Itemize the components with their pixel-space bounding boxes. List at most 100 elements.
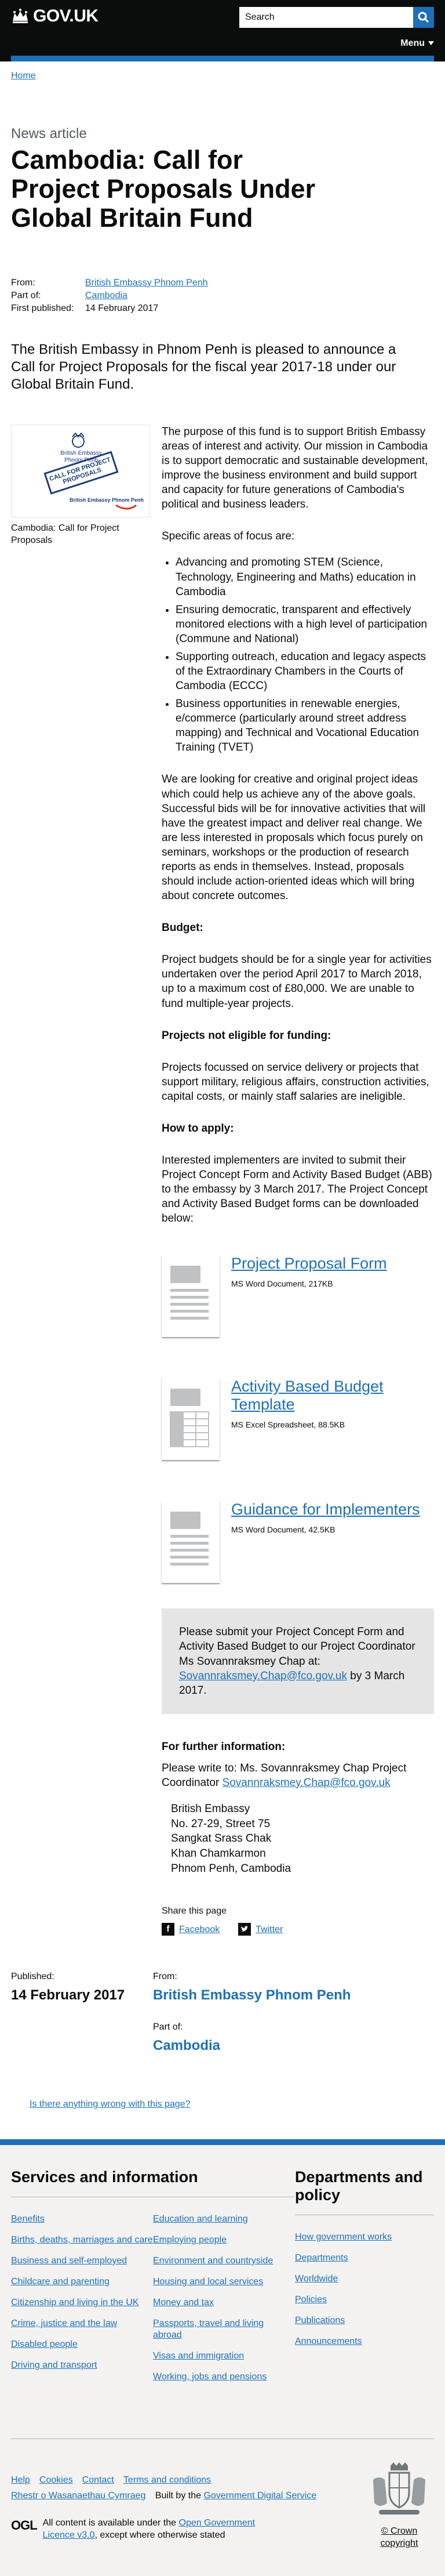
footer-link[interactable]: How government works bbox=[295, 2232, 392, 2242]
breadcrumb: Home bbox=[11, 61, 434, 82]
share-facebook[interactable]: f Facebook bbox=[162, 1923, 220, 1936]
from-label: From: bbox=[153, 1972, 177, 1982]
departments-list: How government works Departments Worldwi… bbox=[295, 2231, 434, 2347]
search-input[interactable] bbox=[239, 7, 413, 28]
logo-text: GOV.UK bbox=[33, 6, 99, 26]
footer-link[interactable]: Working, jobs and pensions bbox=[153, 2372, 267, 2382]
footer-link[interactable]: Departments bbox=[295, 2253, 348, 2263]
image-caption: Cambodia: Call for Project Proposals bbox=[11, 523, 119, 546]
twitter-link[interactable]: Twitter bbox=[256, 1923, 283, 1936]
cookies-link[interactable]: Cookies bbox=[39, 2474, 73, 2486]
footer-link[interactable]: Announcements bbox=[295, 2336, 362, 2346]
attachment-meta: MS Word Document, 42.5KB bbox=[231, 1525, 335, 1535]
copyright-link[interactable]: © Crown copyright bbox=[381, 2526, 418, 2548]
report-problem: Is there anything wrong with this page? bbox=[30, 2098, 434, 2110]
apply-paragraph: Interested implementers are invited to s… bbox=[162, 1154, 432, 1225]
footer-link[interactable]: Housing and local services bbox=[153, 2277, 263, 2287]
part-of-label: Part of: bbox=[153, 2022, 183, 2032]
part-of-link[interactable]: Cambodia bbox=[85, 291, 127, 300]
further-email-link[interactable]: Sovannraksmey.Chap@fco.gov.uk bbox=[222, 1777, 391, 1789]
contact-link[interactable]: Contact bbox=[82, 2474, 114, 2486]
terms-link[interactable]: Terms and conditions bbox=[123, 2474, 211, 2486]
image-column: British Embassy Phnom Penh CALL FOR PROJ… bbox=[11, 424, 150, 1936]
footer-link[interactable]: Childcare and parenting bbox=[11, 2277, 110, 2287]
focus-list: Advancing and promoting STEM (Science, T… bbox=[176, 555, 434, 755]
footer-link[interactable]: Benefits bbox=[11, 2214, 45, 2224]
document-thumbnail-icon[interactable] bbox=[162, 1255, 220, 1338]
footer-link[interactable]: Driving and transport bbox=[11, 2360, 97, 2370]
report-problem-link[interactable]: Is there anything wrong with this page? bbox=[30, 2099, 191, 2109]
from-link[interactable]: British Embassy Phnom Penh bbox=[153, 1986, 351, 2005]
footer-link[interactable]: Disabled people bbox=[11, 2339, 78, 2349]
share-title: Share this page bbox=[162, 1906, 227, 1916]
site-header: GOV.UK Menu bbox=[0, 0, 445, 61]
published-label: First published: bbox=[11, 303, 74, 313]
footer-link[interactable]: Education and learning bbox=[153, 2214, 248, 2224]
services-list-2: Education and learning Employing people … bbox=[153, 2213, 295, 2392]
built-by-text: Built by the bbox=[155, 2491, 202, 2501]
licence-suffix: , except where otherwise stated bbox=[94, 2530, 225, 2541]
attachment: Activity Based Budget Template MS Excel … bbox=[162, 1378, 434, 1461]
footer-link[interactable]: Policies bbox=[295, 2295, 327, 2305]
ineligible-heading: Projects not eligible for funding: bbox=[162, 1029, 331, 1042]
metadata: From: British Embassy Phnom Penh Part of… bbox=[11, 277, 434, 314]
help-link[interactable]: Help bbox=[11, 2474, 30, 2486]
part-of-label: Part of: bbox=[11, 290, 41, 300]
callout-email-link[interactable]: Sovannraksmey.Chap@fco.gov.uk bbox=[179, 1670, 347, 1682]
published-date: 14 February 2017 bbox=[85, 303, 159, 313]
spreadsheet-thumbnail-icon[interactable] bbox=[162, 1378, 220, 1461]
footer-link[interactable]: Passports, travel and living abroad bbox=[153, 2318, 264, 2340]
welsh-services-link[interactable]: Rhestr o Wasanaethau Cymraeg bbox=[11, 2491, 145, 2501]
breadcrumb-home-link[interactable]: Home bbox=[11, 71, 36, 81]
footer-link[interactable]: Births, deaths, marriages and care bbox=[11, 2235, 153, 2245]
part-of-link[interactable]: Cambodia bbox=[153, 2037, 351, 2055]
callout-text: Please submit your Project Concept Form … bbox=[179, 1626, 415, 1668]
menu-button[interactable]: Menu bbox=[400, 37, 434, 49]
article-body: British Embassy Phnom Penh CALL FOR PROJ… bbox=[11, 424, 434, 1936]
footer-link[interactable]: Publications bbox=[295, 2316, 345, 2325]
footer-link[interactable]: Citizenship and living in the UK bbox=[11, 2298, 139, 2307]
footer-link[interactable]: Business and self-employed bbox=[11, 2256, 127, 2266]
govuk-logo[interactable]: GOV.UK bbox=[11, 5, 99, 28]
attachment-link-budget-template[interactable]: Activity Based Budget Template bbox=[231, 1378, 384, 1413]
footer-link[interactable]: Money and tax bbox=[153, 2298, 214, 2307]
licence-text: All content is available under the bbox=[42, 2518, 177, 2528]
apply-heading: How to apply: bbox=[162, 1122, 234, 1135]
site-footer: Services and information Benefits Births… bbox=[0, 2139, 445, 2576]
footer-link[interactable]: Environment and countryside bbox=[153, 2256, 273, 2266]
footer-link[interactable]: Crime, justice and the law bbox=[11, 2318, 117, 2328]
document-thumbnail-icon[interactable] bbox=[162, 1501, 220, 1584]
attachment-link-guidance[interactable]: Guidance for Implementers bbox=[231, 1501, 420, 1518]
attachment-meta: MS Word Document, 217KB bbox=[231, 1279, 333, 1289]
list-item: Advancing and promoting STEM (Science, T… bbox=[176, 555, 434, 599]
body-text: The purpose of this fund is to support B… bbox=[162, 425, 434, 1936]
ogl-logo-icon: OGL bbox=[11, 2518, 38, 2533]
from-label: From: bbox=[11, 277, 35, 288]
facebook-link[interactable]: Facebook bbox=[179, 1923, 220, 1936]
gds-link[interactable]: Government Digital Service bbox=[203, 2491, 316, 2501]
twitter-icon bbox=[238, 1923, 251, 1936]
list-item: Supporting outreach, education and legac… bbox=[176, 650, 434, 693]
menu-label: Menu bbox=[400, 38, 425, 48]
lead-paragraph: The British Embassy in Phnom Penh is ple… bbox=[11, 341, 396, 392]
published-label: Published: bbox=[11, 1972, 54, 1982]
list-item: Business opportunities in renewable ener… bbox=[176, 697, 434, 755]
from-link[interactable]: British Embassy Phnom Penh bbox=[85, 278, 208, 288]
attachment-link-proposal-form[interactable]: Project Proposal Form bbox=[231, 1255, 387, 1272]
address-line: British Embassy bbox=[171, 1802, 250, 1815]
search-button[interactable] bbox=[413, 7, 434, 28]
address-line: Phnom Penh, Cambodia bbox=[171, 1862, 291, 1875]
footer-link[interactable]: Visas and immigration bbox=[153, 2351, 244, 2361]
attachment: Guidance for Implementers MS Word Docume… bbox=[162, 1501, 434, 1584]
image-footer-text: British Embassy Phnom Penh bbox=[69, 497, 144, 503]
header-blue-bar bbox=[11, 56, 434, 61]
chevron-down-icon bbox=[428, 41, 434, 46]
page-footer-metadata: Published: 14 February 2017 From: Britis… bbox=[11, 1970, 434, 2071]
looking-paragraph: We are looking for creative and original… bbox=[162, 773, 426, 903]
address-line: No. 27-29, Street 75 bbox=[171, 1817, 271, 1830]
share-twitter[interactable]: Twitter bbox=[238, 1923, 283, 1936]
page-context: News article bbox=[11, 126, 87, 142]
footer-link[interactable]: Employing people bbox=[153, 2235, 227, 2245]
footer-link[interactable]: Worldwide bbox=[295, 2274, 338, 2284]
royal-coat-of-arms: © Crown copyright bbox=[364, 2462, 434, 2549]
